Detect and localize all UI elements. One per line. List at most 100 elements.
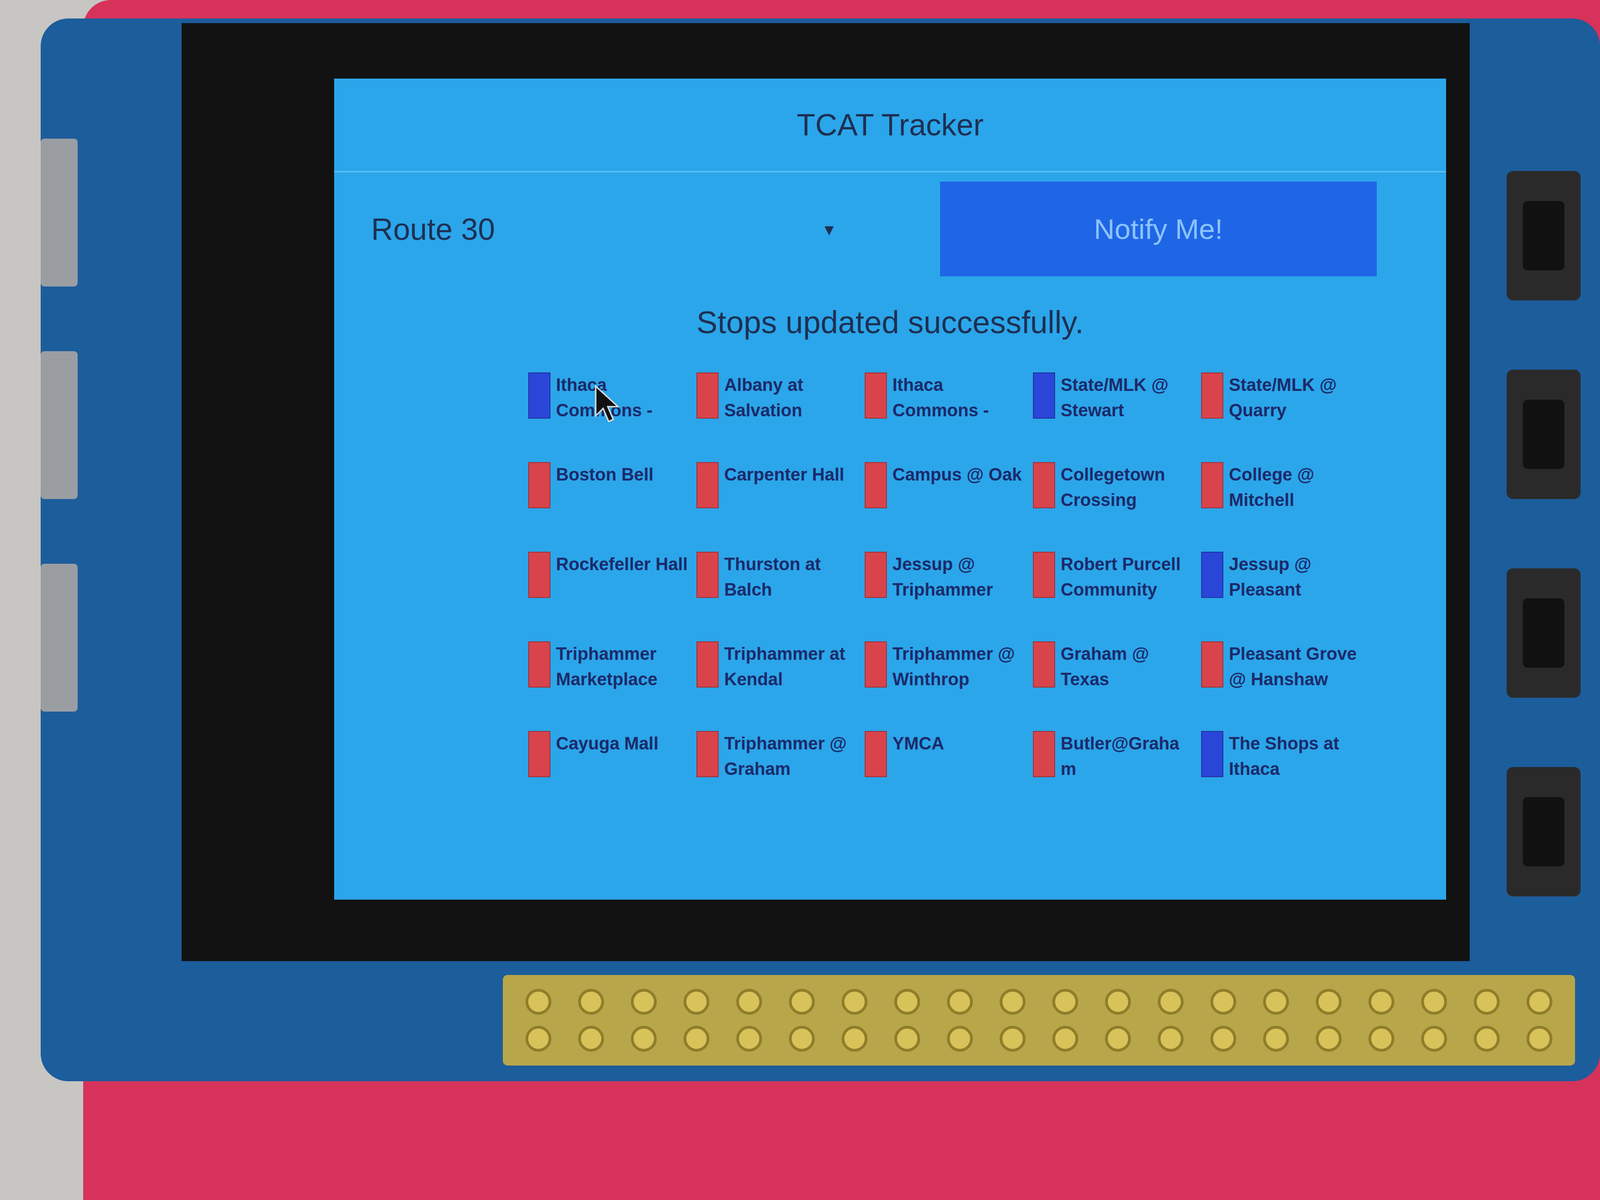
stop-marker	[696, 551, 719, 599]
gpio-pin	[525, 1025, 552, 1052]
stop-name: Campus @ Oak	[892, 462, 1027, 488]
stop-item[interactable]: Butler@Graham	[1032, 731, 1202, 821]
stop-item[interactable]: Albany at Salvation	[696, 372, 865, 463]
usb-port	[40, 351, 78, 500]
gpio-pin	[1526, 1025, 1553, 1052]
status-message: Stops updated successfully.	[334, 304, 1447, 341]
stop-name: Triphammer @ Graham	[724, 731, 859, 782]
button-cap	[1522, 201, 1565, 271]
stop-marker	[696, 731, 719, 778]
notify-button[interactable]: Notify Me!	[940, 181, 1377, 277]
button-cap	[1522, 399, 1565, 470]
stop-name: Butler@Graham	[1060, 731, 1195, 782]
tactile-button[interactable]	[1506, 767, 1581, 897]
stop-item[interactable]: Rockefeller Hall	[528, 551, 697, 642]
usb-port	[40, 563, 78, 712]
stop-name: Ithaca Commons -	[555, 372, 691, 424]
stop-item[interactable]: The Shops at Ithaca	[1201, 731, 1370, 821]
stop-marker	[1201, 462, 1224, 509]
stop-name: State/MLK @ Stewart	[1060, 372, 1195, 424]
stop-item[interactable]: Cayuga Mall	[528, 731, 697, 821]
gpio-header	[502, 975, 1576, 1066]
stop-marker	[1201, 731, 1224, 778]
usb-port	[40, 138, 78, 287]
gpio-pin	[1421, 1025, 1448, 1052]
stop-name: Rockefeller Hall	[555, 551, 691, 578]
gpio-pin	[1157, 1025, 1184, 1052]
stop-item[interactable]: Ithaca Commons -	[864, 372, 1033, 463]
button-cap	[1522, 598, 1565, 668]
stop-marker	[1201, 372, 1224, 419]
tactile-button[interactable]	[1506, 170, 1581, 301]
stop-marker	[864, 731, 887, 778]
stop-marker	[1032, 551, 1056, 599]
gpio-pin	[578, 1025, 605, 1052]
stop-item[interactable]: College @ Mitchell	[1201, 462, 1370, 552]
gpio-pin	[1368, 989, 1395, 1015]
stop-item[interactable]: Jessup @ Triphammer	[864, 551, 1033, 642]
stop-marker	[864, 641, 887, 688]
app-screen: TCAT Tracker Route 30 ▾ Notify Me! Stops upd…	[334, 78, 1447, 900]
stop-marker	[1032, 641, 1056, 688]
stop-item[interactable]: State/MLK @ Quarry	[1201, 372, 1370, 463]
gpio-pin	[1315, 989, 1342, 1015]
title-bar: TCAT Tracker	[334, 78, 1447, 173]
gpio-pin	[736, 1025, 763, 1052]
stop-name: Jessup @ Pleasant	[1228, 551, 1363, 603]
tactile-button[interactable]	[1506, 568, 1581, 698]
gpio-pin	[736, 989, 763, 1015]
gpio-pin	[1368, 1025, 1395, 1052]
stop-name: College @ Mitchell	[1228, 462, 1363, 513]
stop-item[interactable]: Triphammer at Kendal	[696, 641, 865, 732]
stop-item[interactable]: State/MLK @ Stewart	[1032, 372, 1202, 463]
stop-marker	[696, 462, 719, 509]
tactile-button[interactable]	[1506, 369, 1581, 500]
stop-name: Robert Purcell Community	[1060, 551, 1195, 603]
tactile-buttons	[1469, 18, 1581, 897]
stop-item[interactable]: Campus @ Oak	[864, 462, 1033, 552]
gpio-pin	[1105, 989, 1131, 1015]
gpio-pin	[946, 989, 973, 1015]
stop-item[interactable]: Boston Bell	[528, 462, 697, 552]
stop-name: Jessup @ Triphammer	[892, 551, 1027, 603]
display-bezel: TCAT Tracker Route 30 ▾ Notify Me! Stops upd…	[181, 23, 1470, 962]
gpio-pin	[1210, 1025, 1237, 1052]
stop-item[interactable]: Graham @ Texas	[1032, 641, 1202, 732]
stop-name: Boston Bell	[555, 462, 691, 488]
stop-name: Cayuga Mall	[555, 731, 691, 757]
stop-marker	[528, 551, 551, 599]
stop-name: Ithaca Commons -	[892, 372, 1027, 424]
mouse-cursor-icon	[593, 384, 622, 424]
stop-name: Triphammer Marketplace	[555, 641, 691, 693]
stop-item[interactable]: Triphammer @ Winthrop	[864, 641, 1033, 732]
stop-marker	[1032, 462, 1056, 509]
stop-name: Triphammer @ Winthrop	[892, 641, 1027, 693]
stop-marker	[528, 372, 551, 419]
stop-marker	[1201, 551, 1224, 599]
stop-item[interactable]: YMCA	[864, 731, 1033, 821]
route-select[interactable]: Route 30 ▾	[371, 194, 913, 264]
dropdown-arrow-icon: ▾	[824, 218, 834, 240]
stop-name: State/MLK @ Quarry	[1228, 372, 1363, 424]
stop-item[interactable]: Carpenter Hall	[696, 462, 865, 552]
photo-stage: TCAT Tracker Route 30 ▾ Notify Me! Stops upd…	[0, 0, 1600, 1200]
gpio-pin	[788, 989, 815, 1015]
stop-item[interactable]: Pleasant Grove @ Hanshaw	[1201, 641, 1370, 732]
stop-item[interactable]: Thurston at Balch	[696, 551, 865, 642]
stop-item[interactable]: Robert Purcell Community	[1032, 551, 1202, 642]
stop-item[interactable]: Jessup @ Pleasant	[1201, 551, 1370, 642]
stop-name: YMCA	[892, 731, 1027, 757]
route-value: Route 30	[371, 211, 495, 247]
stop-item[interactable]: Collegetown Crossing	[1032, 462, 1202, 552]
gpio-pin	[683, 1025, 710, 1052]
stop-marker	[864, 372, 887, 419]
stop-item[interactable]: Triphammer Marketplace	[528, 641, 697, 732]
gpio-pin	[525, 989, 552, 1015]
gpio-pin	[1105, 1025, 1131, 1052]
button-cap	[1522, 797, 1565, 867]
stop-marker	[528, 641, 551, 688]
gpio-pin	[894, 1025, 921, 1052]
gpio-pin	[1421, 989, 1448, 1015]
stop-item[interactable]: Triphammer @ Graham	[696, 731, 865, 821]
stop-marker	[1201, 641, 1224, 688]
